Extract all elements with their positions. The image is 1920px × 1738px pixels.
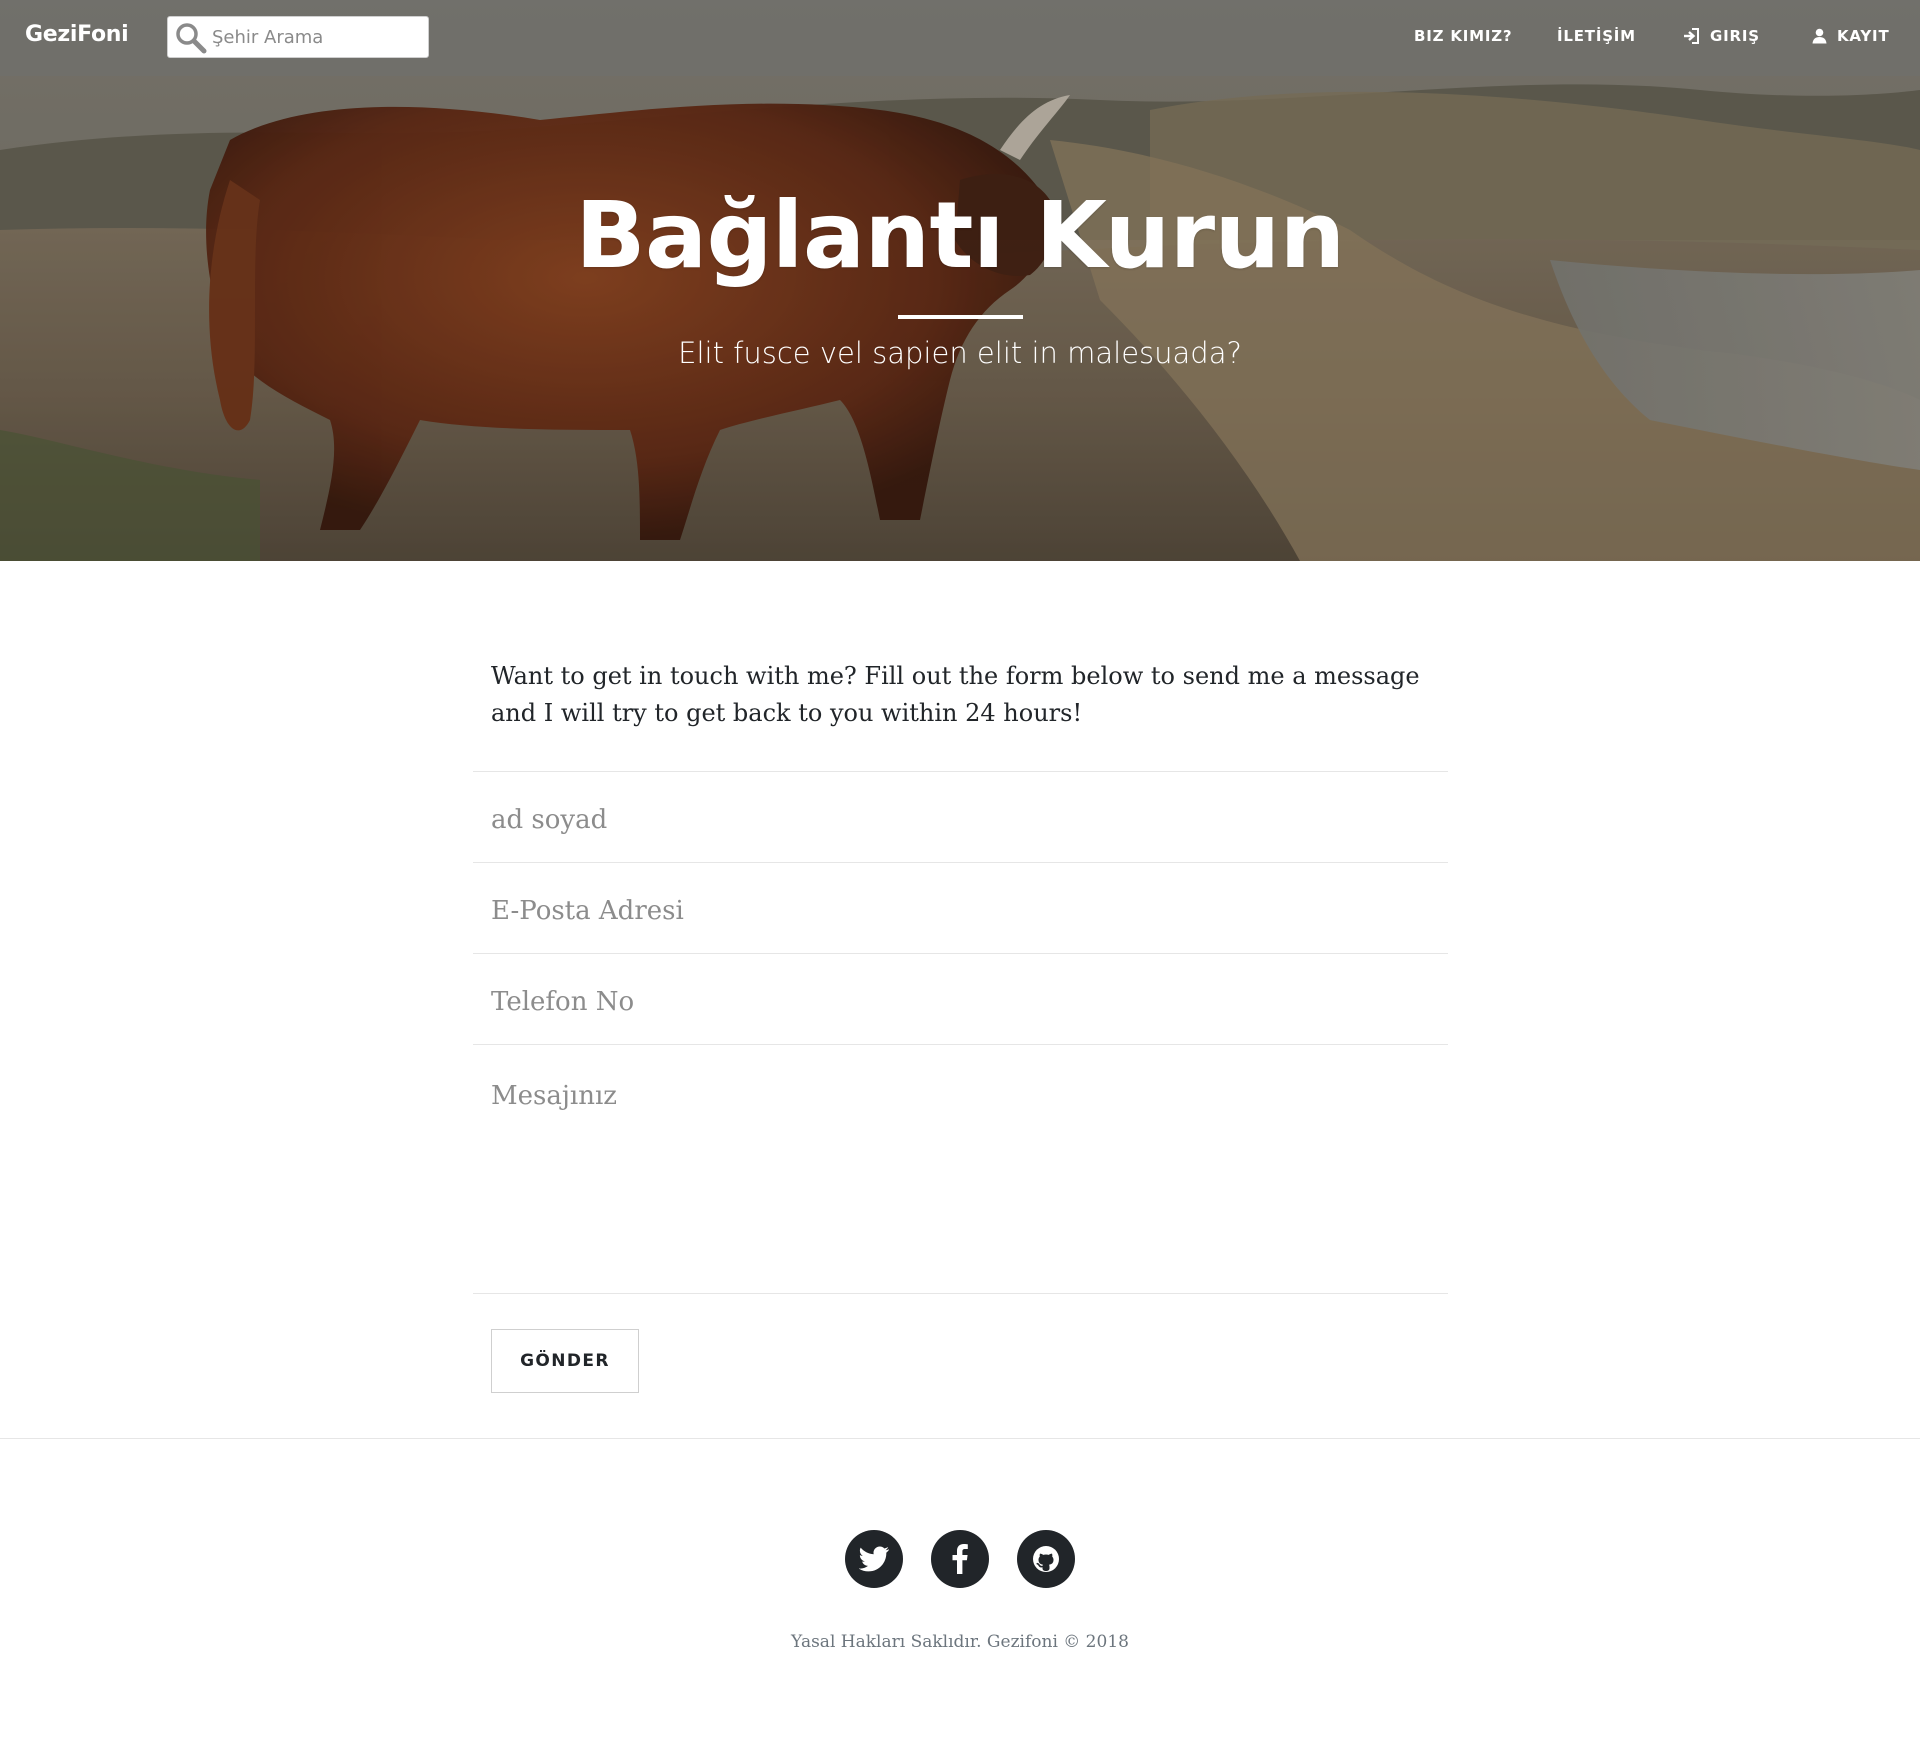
facebook-link[interactable] — [931, 1530, 989, 1588]
top-navbar: GeziFoni BIZ KIMIZ? İLETİŞİM GIRIŞ KAYIT — [0, 0, 1920, 76]
brand-logo[interactable]: GeziFoni — [25, 22, 129, 47]
nav-link-contact-label: İLETİŞİM — [1557, 27, 1636, 45]
twitter-icon — [859, 1546, 889, 1572]
nav-link-register-label: KAYIT — [1837, 27, 1890, 45]
nav-link-contact[interactable]: İLETİŞİM — [1557, 27, 1636, 45]
name-input[interactable] — [491, 802, 1431, 838]
search-icon — [176, 23, 207, 54]
search-input[interactable] — [212, 17, 420, 57]
nav-link-login-label: GIRIŞ — [1710, 27, 1760, 45]
hero-section: Bağlantı Kurun Elit fusce vel sapien eli… — [0, 0, 1920, 561]
login-icon — [1684, 28, 1699, 44]
twitter-link[interactable] — [845, 1530, 903, 1588]
footer-divider — [0, 1438, 1920, 1439]
send-button[interactable]: GÖNDER — [491, 1329, 639, 1393]
title-divider — [898, 315, 1023, 319]
search-box — [167, 16, 429, 58]
email-field-group — [473, 862, 1448, 954]
email-input[interactable] — [491, 893, 1431, 929]
user-icon — [1812, 28, 1827, 44]
nav-link-about-label: BIZ KIMIZ? — [1414, 27, 1513, 45]
name-field-group — [473, 771, 1448, 863]
message-field-group — [473, 1044, 1448, 1294]
contact-intro-text: Want to get in touch with me? Fill out t… — [491, 662, 1420, 727]
page-subtitle: Elit fusce vel sapien elit in malesuada? — [678, 336, 1242, 370]
copyright-text: Yasal Hakları Saklıdır. Gezifoni © 2018 — [791, 1632, 1129, 1652]
facebook-icon — [952, 1544, 968, 1574]
page-title: Bağlantı Kurun — [575, 182, 1345, 289]
nav-link-login[interactable]: GIRIŞ — [1683, 27, 1760, 45]
github-icon — [1033, 1546, 1059, 1572]
phone-input[interactable] — [491, 984, 1431, 1020]
phone-field-group — [473, 953, 1448, 1045]
message-textarea[interactable] — [491, 1081, 1431, 1271]
github-link[interactable] — [1017, 1530, 1075, 1588]
nav-link-register[interactable]: KAYIT — [1812, 27, 1889, 45]
nav-link-about[interactable]: BIZ KIMIZ? — [1414, 27, 1512, 45]
